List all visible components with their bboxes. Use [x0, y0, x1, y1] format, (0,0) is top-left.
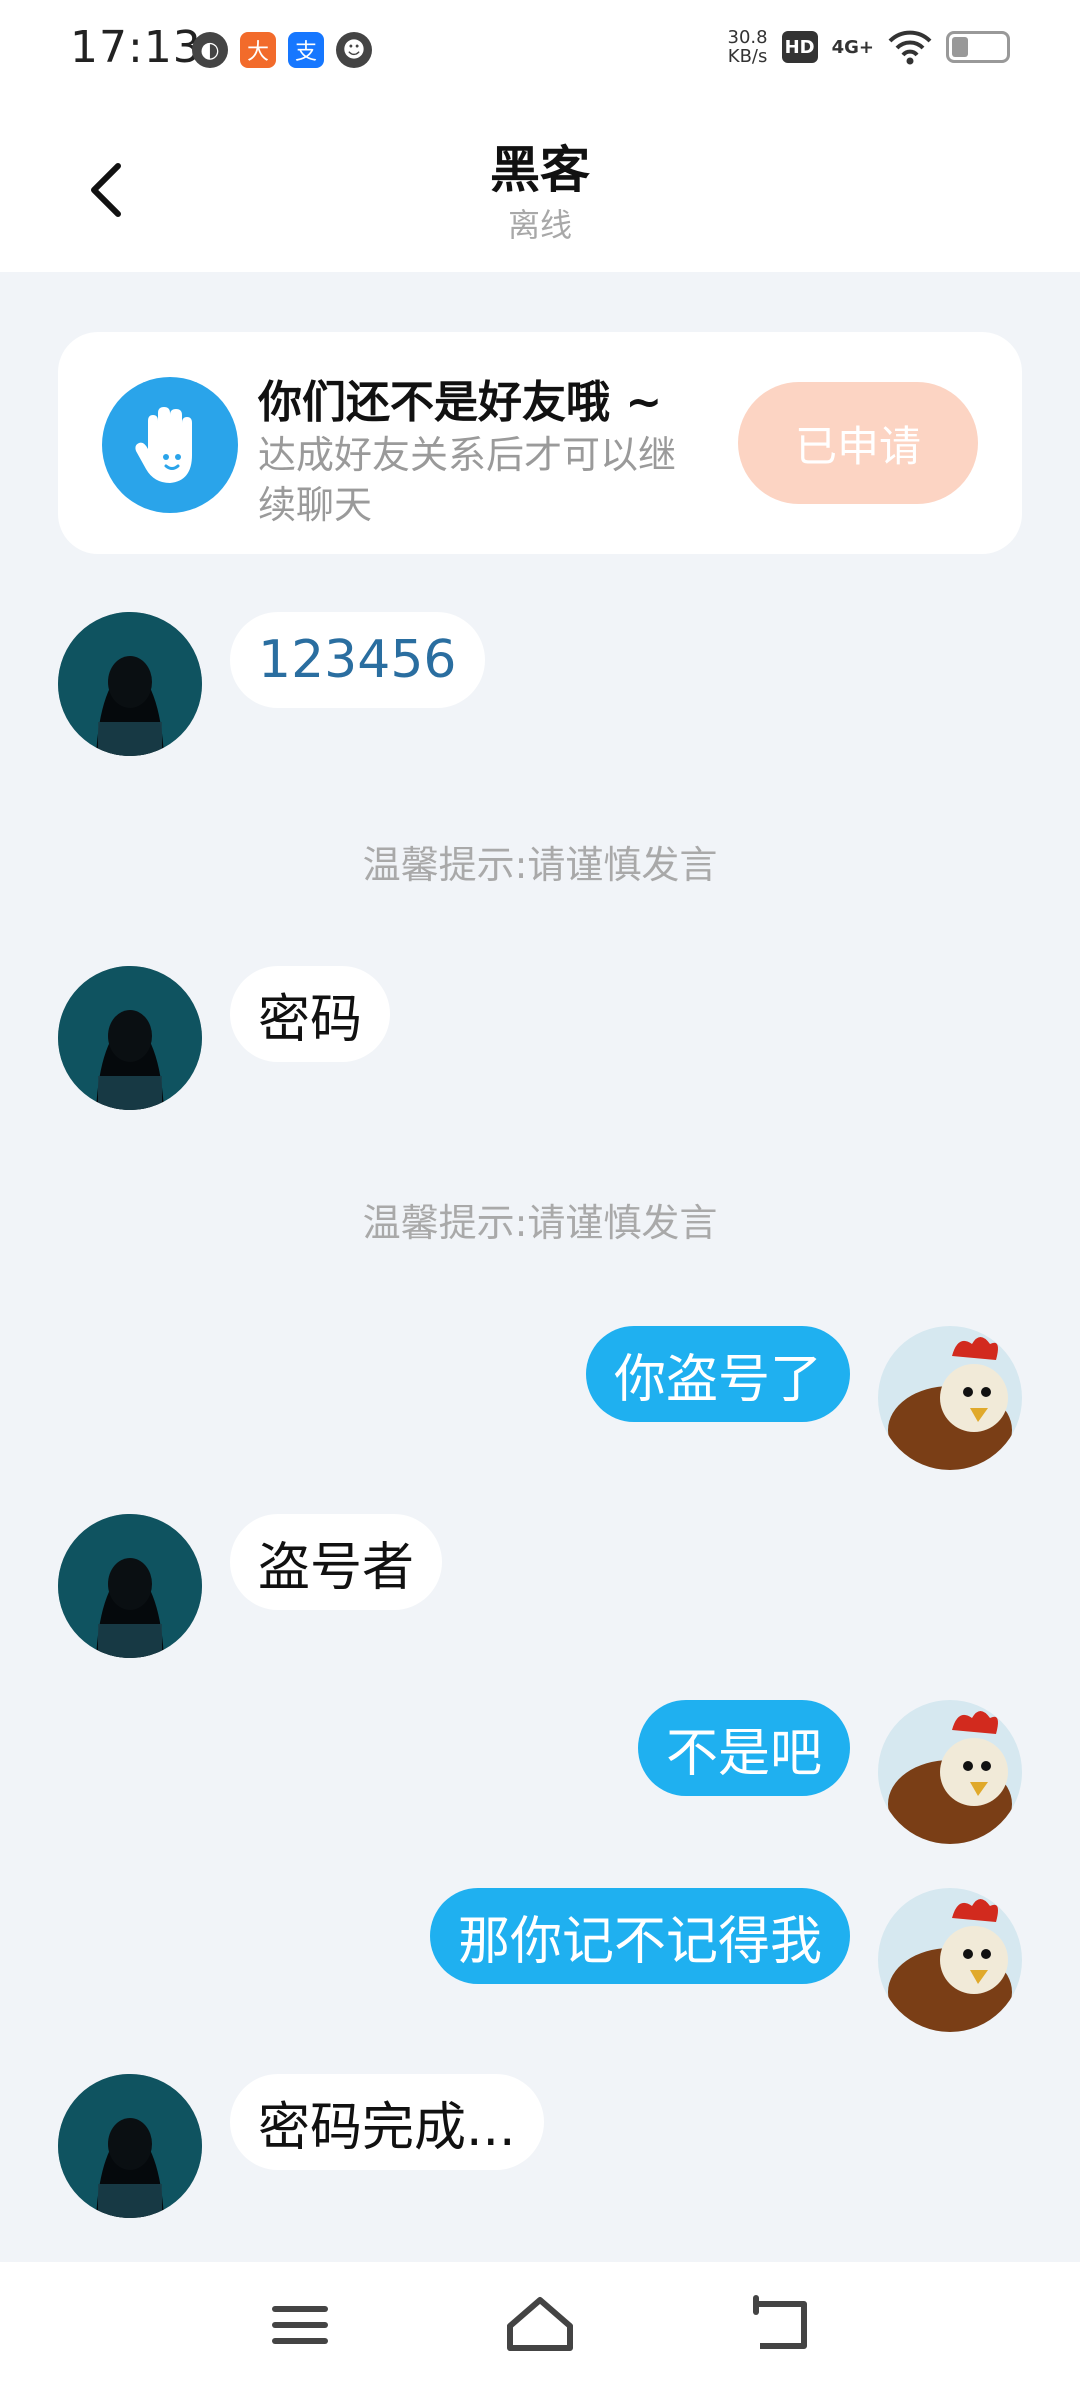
hacker-avatar[interactable] — [58, 1514, 202, 1658]
message-bubble-incoming[interactable]: 123456 — [230, 612, 485, 708]
menu-icon — [272, 2306, 328, 2344]
status-time: 17:13 — [70, 22, 202, 73]
message-bubble-outgoing[interactable]: 那你记不记得我 — [429, 1888, 850, 1984]
status-app-icons: ◐ 大 支 ☻ — [192, 32, 372, 68]
back-icon — [753, 2295, 807, 2349]
home-button[interactable] — [500, 2290, 580, 2360]
friend-card-title: 你们还不是好友哦 ~ — [258, 377, 663, 428]
chat-header: 黑客 离线 — [0, 100, 1080, 272]
back-nav-button[interactable] — [740, 2290, 820, 2360]
safety-notice: 温馨提示:请谨慎发言 — [362, 1201, 718, 1245]
battery-icon — [946, 31, 1010, 63]
hacker-avatar[interactable] — [58, 612, 202, 756]
applied-button[interactable]: 已申请 — [738, 382, 978, 504]
hand-icon — [102, 377, 238, 513]
contact-status: 离线 — [507, 206, 572, 244]
contact-name: 黑客 — [490, 141, 590, 199]
alipay-icon: 支 — [288, 32, 324, 68]
network-speed: 30.8 KB/s — [728, 28, 768, 66]
system-nav-bar — [0, 2262, 1080, 2388]
message-bubble-incoming[interactable]: 密码 — [230, 966, 391, 1062]
network-speed-unit: KB/s — [727, 46, 768, 67]
chicken-avatar[interactable] — [878, 1888, 1022, 2032]
wifi-icon — [888, 30, 932, 65]
chicken-avatar[interactable] — [878, 1326, 1022, 1470]
cat-app-icon: ☻ — [336, 32, 372, 68]
network-speed-value: 30.8 — [727, 27, 768, 48]
safety-notice: 温馨提示:请谨慎发言 — [362, 843, 718, 887]
chicken-avatar[interactable] — [878, 1700, 1022, 1844]
signal-icon: 4G+ — [831, 36, 874, 58]
hacker-avatar[interactable] — [58, 2074, 202, 2218]
message-bubble-outgoing[interactable]: 你盗号了 — [585, 1326, 850, 1422]
status-bar: 17:13 ◐ 大 支 ☻ 30.8 KB/s HD 4G+ — [0, 0, 1080, 100]
runner-app-icon: 大 — [240, 32, 276, 68]
hacker-avatar[interactable] — [58, 966, 202, 1110]
message-bubble-incoming[interactable]: 密码完成... — [230, 2074, 544, 2170]
friend-card-description: 达成好友关系后才可以继续聊天 — [258, 433, 677, 527]
home-icon — [507, 2297, 573, 2351]
hd-icon: HD — [781, 31, 818, 63]
message-bubble-incoming[interactable]: 盗号者 — [230, 1514, 443, 1610]
menu-button[interactable] — [260, 2290, 340, 2360]
status-indicators: 30.8 KB/s HD 4G+ — [728, 28, 1010, 66]
friend-request-card: 你们还不是好友哦 ~ 达成好友关系后才可以继续聊天 已申请 — [58, 332, 1022, 554]
message-bubble-outgoing[interactable]: 不是吧 — [637, 1700, 850, 1796]
app-s-icon: ◐ — [192, 32, 228, 68]
